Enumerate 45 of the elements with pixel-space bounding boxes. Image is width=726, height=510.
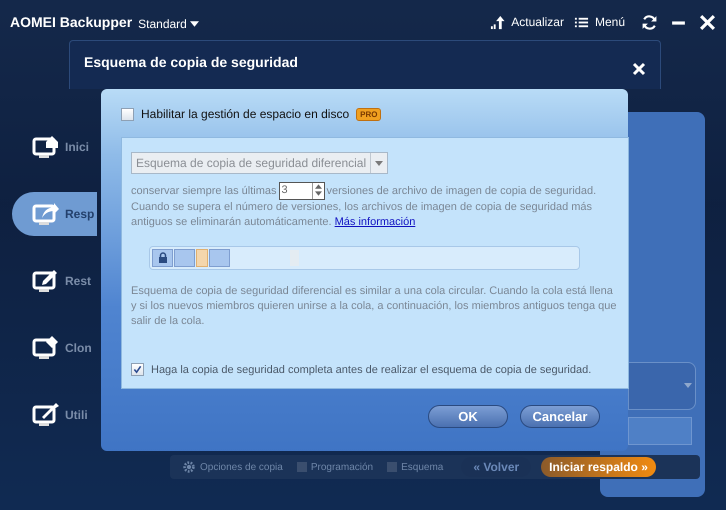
gear-icon (182, 460, 196, 474)
version-count-spinbox[interactable]: 3 (278, 182, 324, 200)
edition-dropdown[interactable]: Standard (138, 16, 200, 30)
spin-down-icon[interactable] (314, 191, 322, 196)
checkbox[interactable] (131, 363, 144, 376)
refresh-icon[interactable] (641, 14, 658, 30)
checkbox[interactable] (387, 462, 398, 472)
option-link[interactable]: Opciones de copia (200, 462, 283, 472)
upgrade-arrow-icon[interactable] (490, 14, 506, 30)
caret-icon (190, 21, 200, 28)
caret-icon (375, 160, 384, 166)
close-icon[interactable] (699, 14, 716, 30)
checkbox[interactable] (296, 462, 307, 472)
ok-button[interactable]: OK (428, 405, 508, 428)
caret-icon (684, 383, 692, 388)
keep-label: versiones de archivo de imagen de copia de seguridad. (326, 184, 596, 197)
sidebar-item[interactable]: Resp (12, 192, 97, 236)
upgrade-button[interactable]: Actualizar (511, 15, 564, 29)
option-link[interactable]: Programación (310, 462, 374, 472)
option-link[interactable]: Esquema (401, 462, 444, 472)
more-info-link[interactable]: Más información (334, 216, 416, 228)
close-icon[interactable] (632, 62, 646, 76)
monitor-house-icon (32, 133, 60, 161)
sidebar-item[interactable]: Rest (12, 259, 97, 303)
spin-up-icon[interactable] (314, 184, 322, 189)
checkbox[interactable] (121, 108, 134, 120)
lock-icon (152, 249, 173, 267)
sidebar-item[interactable]: Clon (12, 326, 97, 370)
input-field[interactable] (628, 417, 692, 445)
monitor-wrench-icon (32, 401, 60, 429)
checkbox-label: Haga la copia de seguridad completa antes de realizar el esquema de copia de seguridad. (151, 364, 592, 376)
checkbox-label: Habilitar la gestión de espacio en disco (141, 107, 350, 121)
pro-badge: PRO (356, 108, 382, 120)
keep-label: conservar siempre las últimas (131, 184, 276, 197)
menu-button[interactable]: Menú (594, 15, 625, 29)
description-text: Esquema de copia de seguridad diferencial es similar a una cola circular. Cuando la cola está llena y si los nuevos miembros quieren unirse a la cola, a continuación, los miembros antiguos tenga que salir de la cola. (131, 284, 618, 329)
explanation-text: Cuando se supera el número de versiones, los archivos de imagen de copia de seguridad más antiguos se eliminarán automáticamente. Más información (131, 200, 594, 230)
dialog-title: Esquema de copia de seguridad (84, 54, 299, 70)
app-title: AOMEI Backupper (10, 14, 132, 30)
dropdown-field[interactable] (628, 362, 696, 410)
sidebar-item[interactable]: Utili (12, 393, 97, 437)
sidebar-item[interactable]: Inici (12, 125, 97, 169)
monitor-diamond-icon (32, 334, 60, 362)
cancel-button[interactable]: Cancelar (520, 405, 600, 428)
start-backup-button[interactable]: Iniciar respaldo » (541, 457, 656, 477)
